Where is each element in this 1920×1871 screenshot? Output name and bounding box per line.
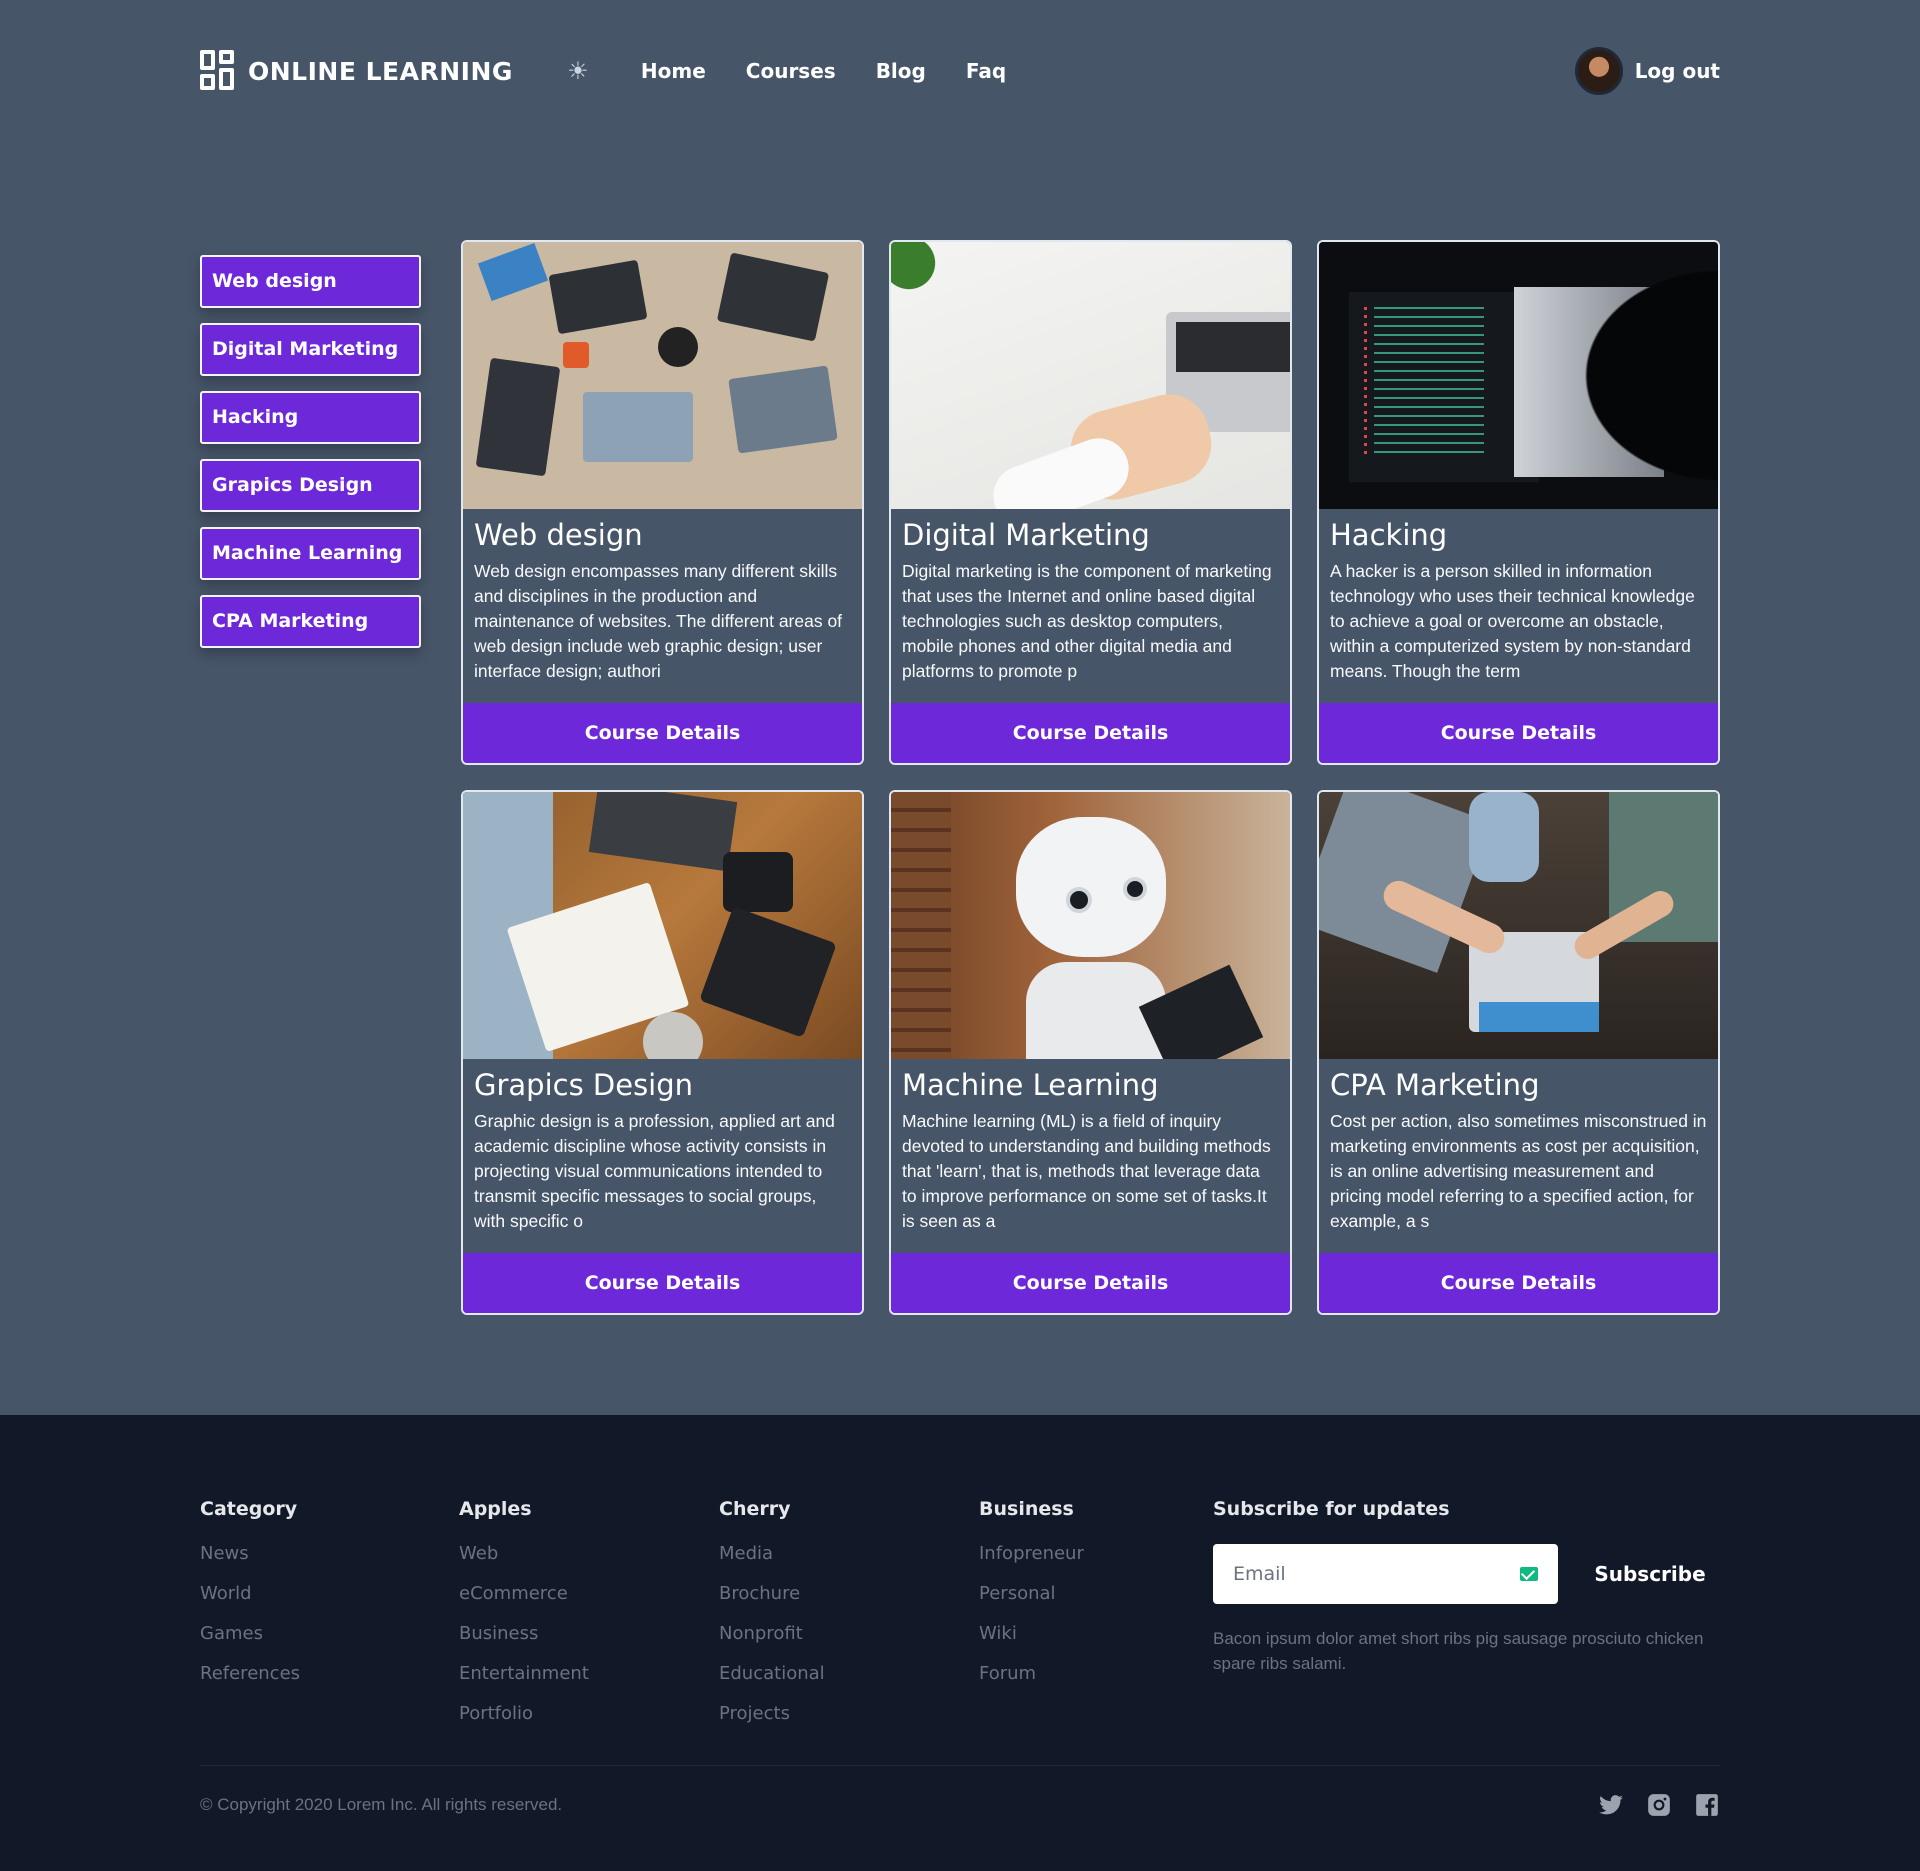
course-image-digital-marketing [891,242,1290,509]
course-details-button[interactable]: Course Details [463,1253,862,1313]
course-description: Graphic design is a profession, applied … [474,1111,835,1231]
sidebar-item-machine-learning[interactable]: Machine Learning [200,527,421,580]
email-field-wrapper [1213,1544,1558,1604]
course-description: A hacker is a person skilled in informat… [1330,561,1695,681]
course-title: Digital Marketing [902,518,1150,552]
course-card: Web design Web design encompasses many d… [461,240,864,765]
logout-button[interactable]: Log out [1635,59,1720,83]
footer-column-cherry: Cherry Media Brochure Nonprofit Educatio… [719,1498,825,1734]
footer-divider [200,1765,1720,1766]
subscribe-form: Subscribe [1213,1544,1720,1604]
course-details-button[interactable]: Course Details [891,703,1290,763]
sidebar-item-digital-marketing[interactable]: Digital Marketing [200,323,421,376]
subscribe-button[interactable]: Subscribe [1580,1544,1720,1604]
category-sidebar: Web design Digital Marketing Hacking Gra… [200,255,421,663]
course-title: Hacking [1330,518,1448,552]
course-title: Machine Learning [902,1068,1159,1102]
footer-link[interactable]: Nonprofit [719,1614,825,1654]
course-title: Grapics Design [474,1068,694,1102]
footer-column-business: Business Infopreneur Personal Wiki Forum [979,1498,1084,1694]
nav-courses[interactable]: Courses [746,59,836,83]
footer-link[interactable]: Forum [979,1654,1084,1694]
course-card: CPA Marketing Cost per action, also some… [1317,790,1720,1315]
user-menu: Log out [1574,47,1720,95]
course-details-button[interactable]: Course Details [891,1253,1290,1313]
sidebar-item-hacking[interactable]: Hacking [200,391,421,444]
footer-link[interactable]: Portfolio [459,1694,589,1734]
sidebar-item-graphics-design[interactable]: Grapics Design [200,459,421,512]
footer-heading: Business [979,1498,1074,1520]
footer-link[interactable]: Personal [979,1574,1084,1614]
footer-link[interactable]: Projects [719,1694,825,1734]
footer-link[interactable]: Games [200,1614,300,1654]
nav-faq[interactable]: Faq [966,59,1006,83]
course-image-hacking [1319,242,1718,509]
course-card: Grapics Design Graphic design is a profe… [461,790,864,1315]
dashboard-grid-icon [200,50,236,92]
subscribe-heading: Subscribe for updates [1213,1498,1450,1520]
course-image-machine-learning [891,792,1290,1059]
footer-link[interactable]: Infopreneur [979,1534,1084,1574]
course-details-button[interactable]: Course Details [463,703,862,763]
footer-link[interactable]: Media [719,1534,825,1574]
footer-heading: Category [200,1498,298,1520]
footer-link[interactable]: News [200,1534,300,1574]
site-footer: Category News World Games References App… [0,1415,1920,1871]
twitter-icon[interactable] [1598,1792,1624,1818]
email-input[interactable] [1233,1563,1520,1585]
nav-home[interactable]: Home [641,59,706,83]
avatar[interactable] [1574,47,1623,95]
course-details-button[interactable]: Course Details [1319,1253,1718,1313]
footer-link[interactable]: Business [459,1614,589,1654]
footer-link[interactable]: Educational [719,1654,825,1694]
sidebar-item-web-design[interactable]: Web design [200,255,421,308]
sidebar-item-cpa-marketing[interactable]: CPA Marketing [200,595,421,648]
footer-column-apples: Apples Web eCommerce Business Entertainm… [459,1498,589,1734]
course-description: Digital marketing is the component of ma… [902,561,1272,681]
sun-icon[interactable]: ☀ [565,58,591,85]
footer-link[interactable]: Brochure [719,1574,825,1614]
footer-link[interactable]: Entertainment [459,1654,589,1694]
site-header: ONLINE LEARNING ☀ Home Courses Blog Faq … [200,44,1720,98]
course-card: Machine Learning Machine learning (ML) i… [889,790,1292,1315]
footer-link[interactable]: References [200,1654,300,1694]
footer-column-category: Category News World Games References [200,1498,300,1694]
brand-logo[interactable]: ONLINE LEARNING [200,50,513,92]
course-image-web-design [463,242,862,509]
footer-link[interactable]: World [200,1574,300,1614]
course-details-button[interactable]: Course Details [1319,703,1718,763]
footer-link[interactable]: eCommerce [459,1574,589,1614]
course-description: Web design encompasses many different sk… [474,561,843,681]
course-description: Machine learning (ML) is a field of inqu… [902,1111,1271,1231]
brand-name: ONLINE LEARNING [248,56,513,86]
footer-link[interactable]: Web [459,1534,589,1574]
course-image-graphics-design [463,792,862,1059]
course-grid: Web design Web design encompasses many d… [461,240,1720,1315]
main-nav: Home Courses Blog Faq [641,59,1006,83]
footer-heading: Apples [459,1498,532,1520]
copyright: © Copyright 2020 Lorem Inc. All rights r… [200,1795,563,1814]
course-card: Hacking A hacker is a person skilled in … [1317,240,1720,765]
subscribe-section: Subscribe for updates Subscribe Bacon ip… [1213,1498,1720,1676]
instagram-icon[interactable] [1646,1792,1672,1818]
footer-link[interactable]: Wiki [979,1614,1084,1654]
course-title: Web design [474,518,643,552]
course-description: Cost per action, also sometimes misconst… [1330,1111,1707,1231]
nav-blog[interactable]: Blog [876,59,926,83]
mail-icon [1520,1567,1538,1581]
facebook-icon[interactable] [1694,1792,1720,1818]
course-title: CPA Marketing [1330,1068,1540,1102]
social-links [1598,1792,1720,1818]
course-card: Digital Marketing Digital marketing is t… [889,240,1292,765]
course-image-cpa-marketing [1319,792,1718,1059]
footer-heading: Cherry [719,1498,791,1520]
subscribe-note: Bacon ipsum dolor amet short ribs pig sa… [1213,1629,1704,1673]
